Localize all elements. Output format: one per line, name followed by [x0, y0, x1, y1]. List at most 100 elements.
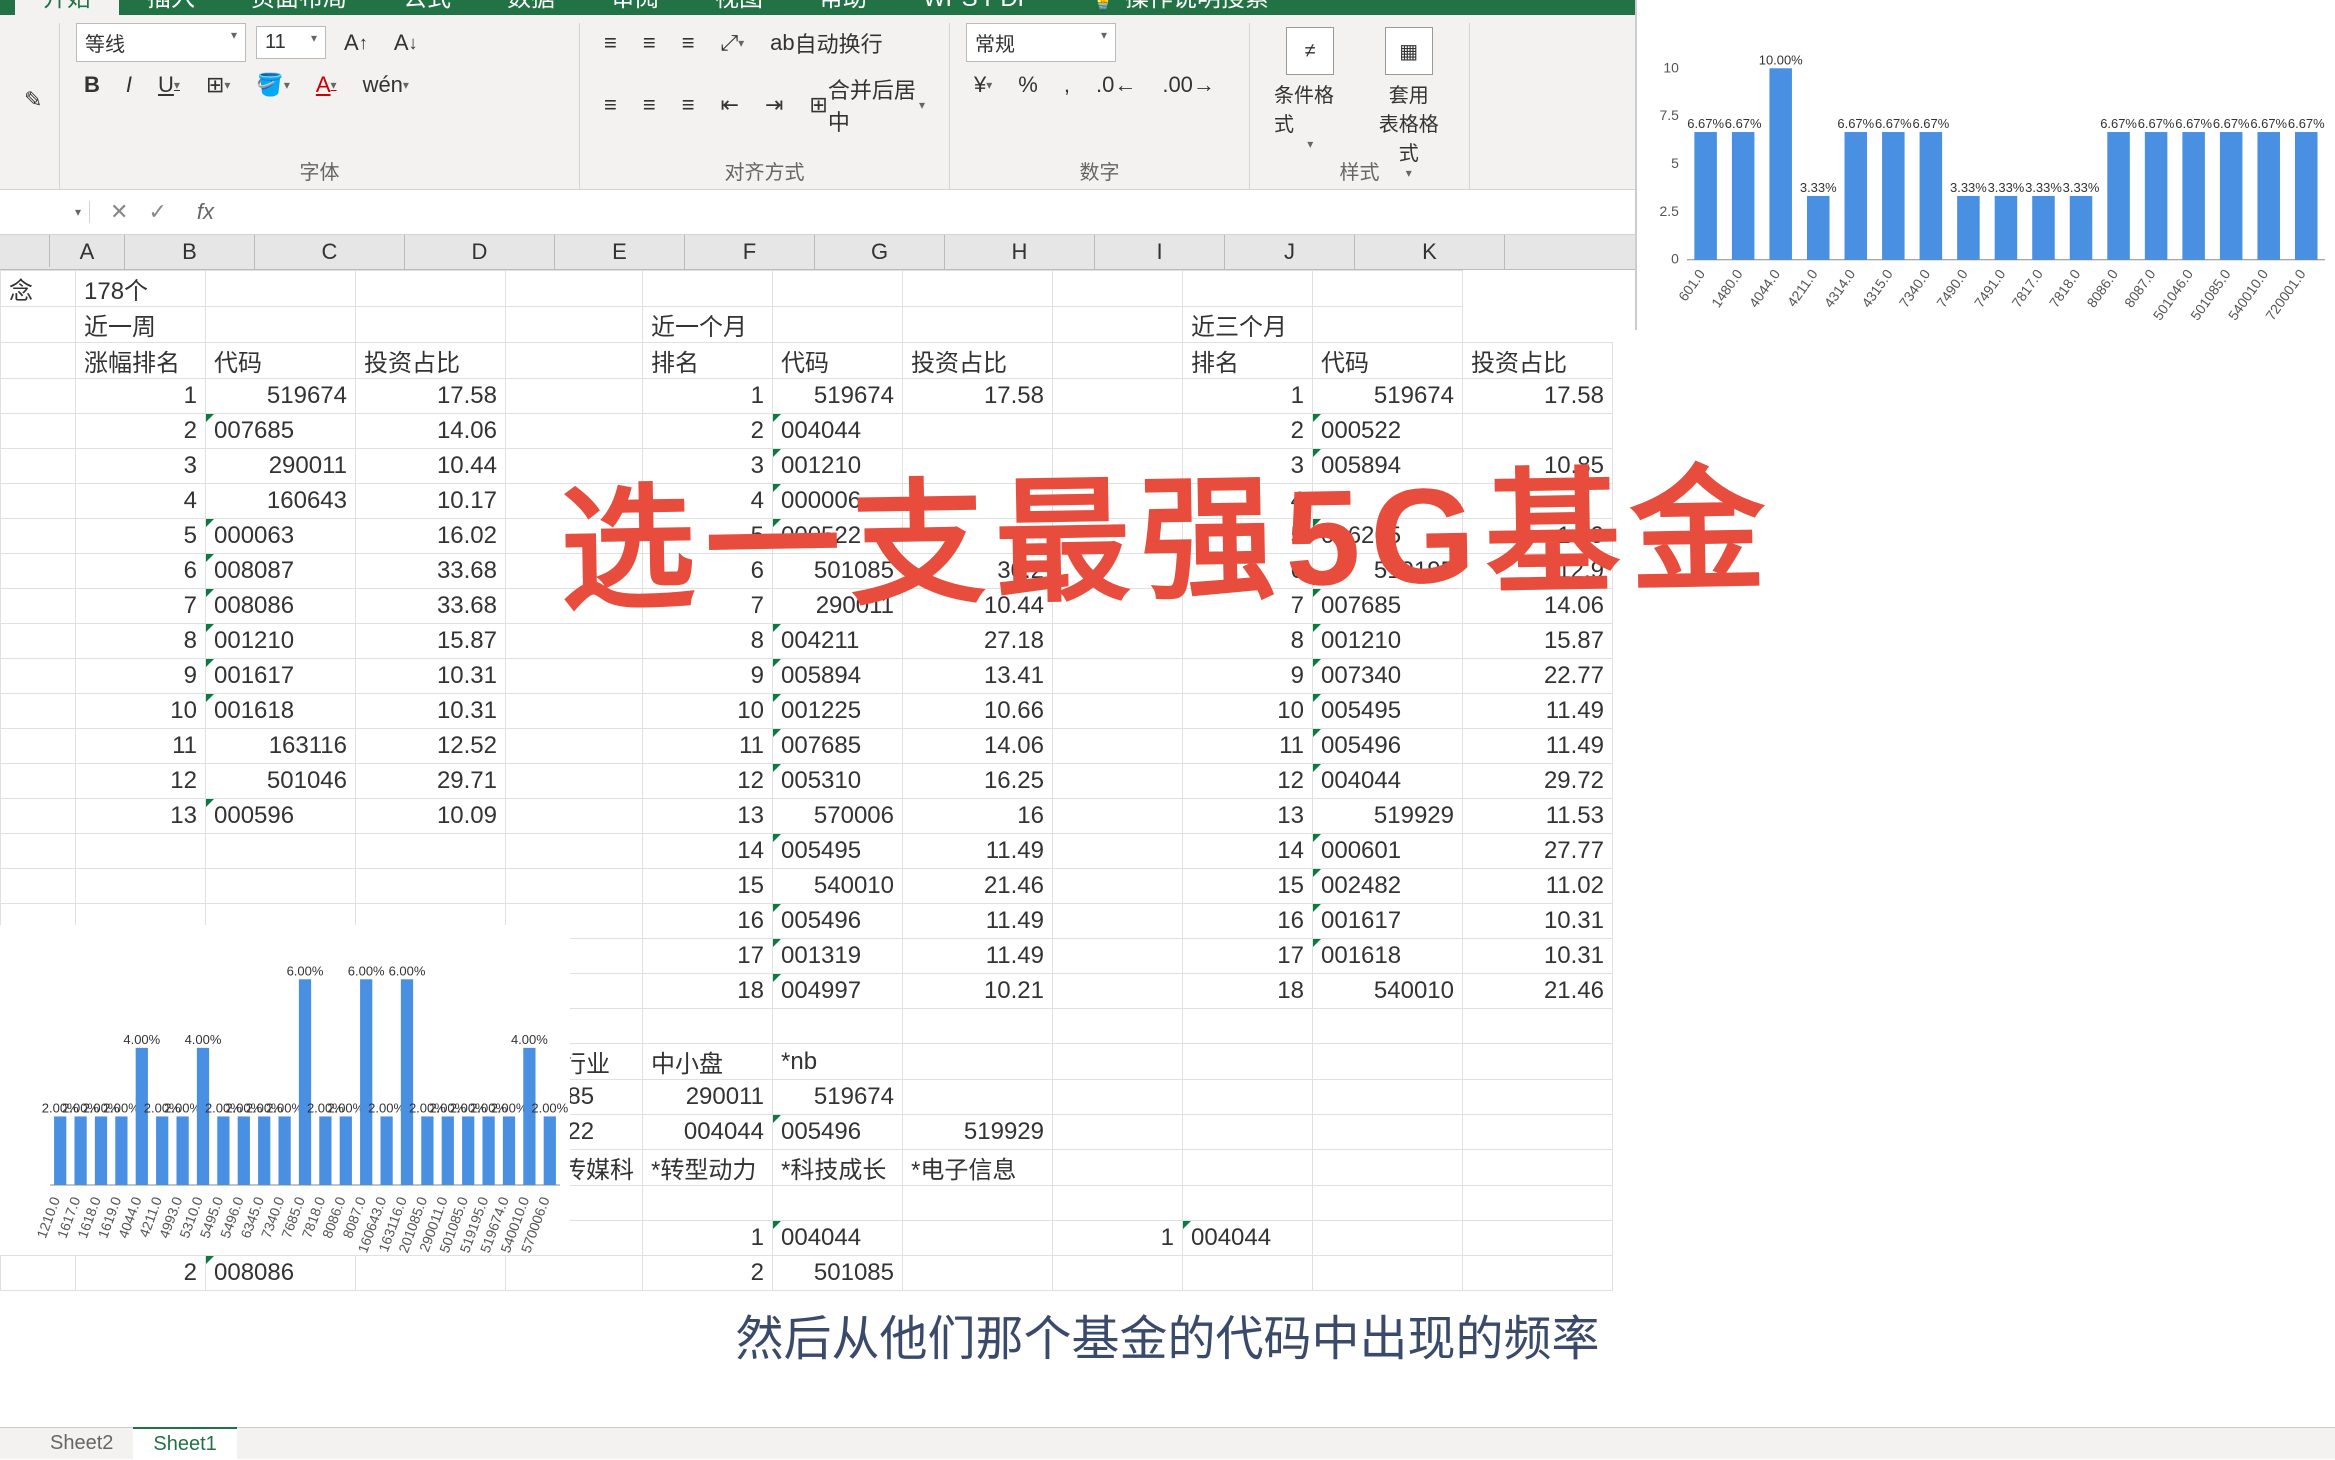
svg-text:6.67%: 6.67%: [2213, 116, 2250, 131]
svg-text:7818.0: 7818.0: [2046, 266, 2084, 310]
column-header-C[interactable]: C: [255, 235, 405, 269]
svg-text:6.67%: 6.67%: [1912, 116, 1949, 131]
column-header-G[interactable]: G: [815, 235, 945, 269]
currency-button[interactable]: ¥▾: [966, 68, 1000, 102]
name-box[interactable]: ▾: [0, 201, 90, 223]
svg-text:4211.0: 4211.0: [1784, 266, 1821, 309]
indent-dec[interactable]: ⇤: [713, 88, 747, 122]
svg-text:2.00%: 2.00%: [491, 1100, 528, 1115]
pinyin-button[interactable]: wén▾: [355, 68, 417, 102]
font-name-select[interactable]: 等线▾: [76, 23, 246, 62]
wrap-text[interactable]: ab 自动换行: [762, 23, 891, 63]
orientation[interactable]: ⤢▾: [713, 26, 753, 60]
column-header-E[interactable]: E: [555, 235, 685, 269]
align-left[interactable]: ≡: [596, 88, 625, 122]
tab-layout[interactable]: 页面布局: [223, 0, 375, 15]
fill-color-button[interactable]: 🪣▾: [248, 68, 297, 102]
svg-text:6.00%: 6.00%: [287, 963, 324, 978]
decrease-decimal[interactable]: .00→: [1154, 68, 1223, 102]
sheet-tab-sheet1[interactable]: Sheet1: [133, 1427, 236, 1460]
percent-button[interactable]: %: [1010, 68, 1046, 102]
svg-text:6.67%: 6.67%: [2175, 116, 2212, 131]
font-color-button[interactable]: A▾: [308, 68, 345, 102]
align-top[interactable]: ≡: [596, 26, 625, 60]
chart-bottom-left: 2.00%1210.02.00%1617.02.00%1618.02.00%16…: [0, 925, 570, 1255]
cancel-icon[interactable]: ✕: [110, 199, 128, 225]
svg-text:10.00%: 10.00%: [1759, 52, 1803, 67]
bold-button[interactable]: B: [76, 68, 108, 102]
align-group-label: 对齐方式: [580, 156, 949, 185]
align-center[interactable]: ≡: [635, 88, 664, 122]
svg-text:10: 10: [1663, 59, 1679, 75]
merge-center[interactable]: ⊞ 合并后居中 ▾: [801, 69, 933, 141]
tab-view[interactable]: 视图: [687, 0, 791, 15]
chart-top-right: 02.557.5106.67%601.06.67%1480.010.00%404…: [1635, 0, 2335, 330]
svg-text:4.00%: 4.00%: [123, 1032, 160, 1047]
tab-home[interactable]: 开始: [15, 0, 119, 15]
svg-text:2.00%: 2.00%: [266, 1100, 303, 1115]
number-group-label: 数字: [950, 156, 1249, 185]
svg-text:6.67%: 6.67%: [1687, 116, 1724, 131]
fx-label[interactable]: fx: [187, 199, 214, 225]
column-header-J[interactable]: J: [1225, 235, 1355, 269]
increase-decimal[interactable]: .0←: [1088, 68, 1144, 102]
svg-text:601.0: 601.0: [1675, 266, 1708, 304]
tab-formula[interactable]: 公式: [375, 0, 479, 15]
svg-text:7490.0: 7490.0: [1933, 266, 1971, 310]
column-header-B[interactable]: B: [125, 235, 255, 269]
svg-text:3.33%: 3.33%: [1800, 180, 1837, 195]
confirm-icon[interactable]: ✓: [148, 199, 166, 225]
tab-review[interactable]: 审阅: [583, 0, 687, 15]
svg-text:4.00%: 4.00%: [185, 1032, 222, 1047]
svg-text:3.33%: 3.33%: [1950, 180, 1987, 195]
column-header-H[interactable]: H: [945, 235, 1095, 269]
svg-text:2.5: 2.5: [1659, 203, 1679, 219]
tab-wpspdf[interactable]: WPS PDF: [895, 0, 1060, 15]
svg-text:6.67%: 6.67%: [2100, 116, 2137, 131]
svg-text:7491.0: 7491.0: [1971, 266, 2009, 310]
svg-text:6.00%: 6.00%: [348, 963, 385, 978]
svg-text:6.67%: 6.67%: [2288, 116, 2325, 131]
select-all-corner[interactable]: [0, 235, 50, 267]
tab-data[interactable]: 数据: [479, 0, 583, 15]
format-painter[interactable]: ✎: [16, 83, 43, 117]
font-group-label: 字体: [60, 156, 579, 185]
italic-button[interactable]: I: [118, 68, 140, 102]
increase-font[interactable]: A↑: [336, 26, 376, 60]
svg-text:6.67%: 6.67%: [1875, 116, 1912, 131]
underline-button[interactable]: U▾: [150, 68, 188, 102]
align-right[interactable]: ≡: [674, 88, 703, 122]
font-size-select[interactable]: 11▾: [256, 26, 326, 59]
sheet-tab-sheet2[interactable]: Sheet2: [30, 1428, 133, 1459]
align-middle[interactable]: ≡: [635, 26, 664, 60]
column-header-A[interactable]: A: [50, 235, 125, 269]
svg-text:2.00%: 2.00%: [164, 1100, 201, 1115]
svg-text:6.67%: 6.67%: [2250, 116, 2287, 131]
tab-insert[interactable]: 插入: [119, 0, 223, 15]
svg-text:2.00%: 2.00%: [327, 1100, 364, 1115]
svg-text:2.00%: 2.00%: [103, 1100, 140, 1115]
svg-text:4.00%: 4.00%: [511, 1032, 548, 1047]
svg-text:2.00%: 2.00%: [531, 1100, 568, 1115]
svg-text:2.00%: 2.00%: [368, 1100, 405, 1115]
decrease-font[interactable]: A↓: [386, 26, 426, 60]
tab-tellme[interactable]: 💡 操作说明搜索: [1060, 0, 1297, 15]
column-header-I[interactable]: I: [1095, 235, 1225, 269]
svg-text:3.33%: 3.33%: [1988, 180, 2025, 195]
svg-text:3.33%: 3.33%: [2063, 180, 2100, 195]
svg-text:1480.0: 1480.0: [1708, 266, 1746, 310]
tab-help[interactable]: 帮助: [791, 0, 895, 15]
indent-inc[interactable]: ⇥: [757, 88, 791, 122]
border-button[interactable]: ⊞▾: [198, 68, 238, 102]
svg-text:6.67%: 6.67%: [2138, 116, 2175, 131]
sheet-tabs: Sheet2 Sheet1: [0, 1427, 2335, 1459]
svg-text:0: 0: [1671, 251, 1679, 267]
column-header-D[interactable]: D: [405, 235, 555, 269]
column-header-K[interactable]: K: [1355, 235, 1505, 269]
comma-button[interactable]: ,: [1056, 68, 1078, 102]
number-format-select[interactable]: 常规▾: [966, 23, 1116, 62]
subtitle-caption: 然后从他们那个基金的代码中出现的频率: [0, 1289, 2335, 1379]
svg-text:3.33%: 3.33%: [2025, 180, 2062, 195]
column-header-F[interactable]: F: [685, 235, 815, 269]
align-bottom[interactable]: ≡: [674, 26, 703, 60]
